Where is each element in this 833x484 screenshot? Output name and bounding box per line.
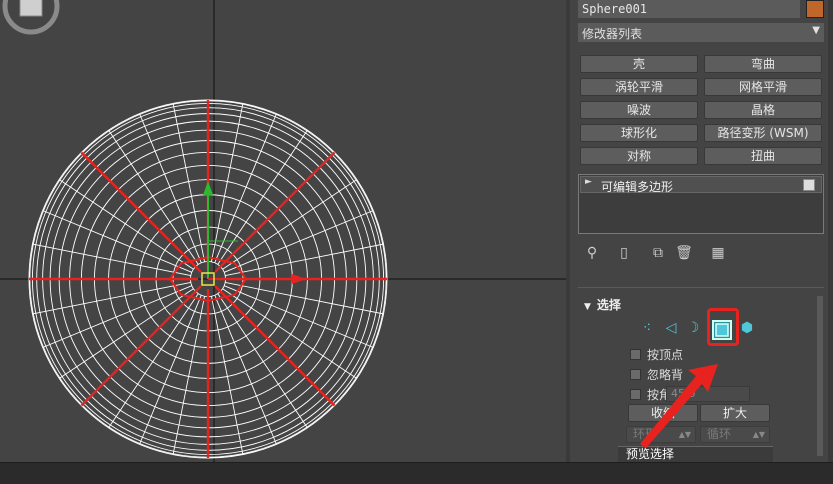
longitude-line: [217, 293, 308, 429]
stack-item-editable-poly[interactable]: ► 可编辑多边形: [580, 176, 822, 194]
longitude-line: [32, 281, 191, 315]
chevron-down-icon: ▼: [812, 25, 820, 36]
longitude-line: [108, 129, 199, 265]
selected-edge: [80, 285, 202, 407]
configure-modifier-sets-icon[interactable]: ▦: [708, 243, 728, 263]
longitude-line: [32, 243, 191, 277]
modifier-button-noise[interactable]: 噪波: [580, 101, 698, 119]
rollout-separator: [578, 287, 824, 288]
longitude-line: [210, 296, 244, 455]
modifier-button-spherify[interactable]: 球形化: [580, 124, 698, 142]
modifier-button-turbosmooth[interactable]: 涡轮平滑: [580, 78, 698, 96]
longitude-line: [58, 179, 194, 270]
modifier-button-meshsmooth[interactable]: 网格平滑: [704, 78, 822, 96]
annotation-arrow-icon: [640, 364, 718, 448]
stack-item-label: 可编辑多边形: [601, 180, 674, 194]
vertex-icon[interactable]: ⁖: [638, 318, 656, 338]
preview-selection-label: 预览选择: [618, 446, 773, 463]
modifier-button-bend[interactable]: 弯曲: [704, 55, 822, 73]
panel-scroll-strip[interactable]: [828, 0, 833, 462]
edge-icon[interactable]: ◁: [662, 318, 680, 338]
show-end-result-icon[interactable]: ▯: [614, 243, 634, 263]
selected-edge: [80, 151, 202, 273]
toggle-box-icon[interactable]: [803, 179, 815, 191]
selected-edge: [214, 285, 336, 407]
pin-stack-icon[interactable]: ⚲: [582, 243, 602, 263]
viewcube-icon[interactable]: [0, 0, 62, 40]
gizmo-y-arrow: [203, 181, 213, 195]
selection-title-label: 选择: [596, 298, 621, 312]
selected-edge: [214, 151, 336, 273]
longitude-line: [225, 281, 384, 315]
modifier-list-label: 修改器列表: [582, 27, 643, 41]
longitude-line: [108, 293, 199, 429]
collapse-icon: ▼: [584, 302, 591, 312]
rollout-scrollbar[interactable]: [817, 296, 823, 456]
longitude-line: [172, 103, 206, 262]
object-color-swatch[interactable]: [806, 0, 824, 18]
object-name-field[interactable]: Sphere001: [578, 0, 800, 18]
longitude-line: [217, 129, 308, 265]
status-bar: [0, 462, 833, 484]
longitude-line: [58, 288, 194, 379]
remove-modifier-icon[interactable]: 🗑: [674, 243, 694, 263]
command-panel: Sphere001 修改器列表 ▼ 壳 弯曲 涡轮平滑 网格平滑 噪波 晶格 球…: [566, 0, 833, 463]
border-icon[interactable]: ☽: [684, 318, 702, 338]
polygon-highlight-box: [707, 308, 739, 346]
make-unique-icon[interactable]: ⧉: [648, 243, 668, 263]
modifier-button-twist[interactable]: 扭曲: [704, 147, 822, 165]
viewport[interactable]: [0, 0, 566, 462]
modifier-button-pathdeform[interactable]: 路径变形 (WSM): [704, 124, 822, 142]
longitude-line: [222, 288, 358, 379]
modifier-button-symmetry[interactable]: 对称: [580, 147, 698, 165]
element-icon[interactable]: ⬢: [738, 318, 756, 338]
longitude-line: [222, 179, 358, 270]
longitude-line: [225, 243, 384, 277]
gizmo-x-arrow: [292, 274, 306, 284]
selection-rollout-title[interactable]: ▼ 选择: [584, 296, 621, 313]
modifier-stack[interactable]: ► 可编辑多边形: [578, 174, 824, 234]
expand-icon[interactable]: ►: [585, 177, 592, 187]
modifier-button-lattice[interactable]: 晶格: [704, 101, 822, 119]
sphere-wireframe[interactable]: [0, 0, 566, 462]
modifier-list-dropdown[interactable]: 修改器列表 ▼: [578, 23, 824, 42]
modifier-button-shell[interactable]: 壳: [580, 55, 698, 73]
by-vertex-label: 按顶点: [647, 348, 684, 362]
by-vertex-checkbox[interactable]: 按顶点: [630, 346, 683, 363]
longitude-line: [210, 103, 244, 262]
longitude-line: [172, 296, 206, 455]
